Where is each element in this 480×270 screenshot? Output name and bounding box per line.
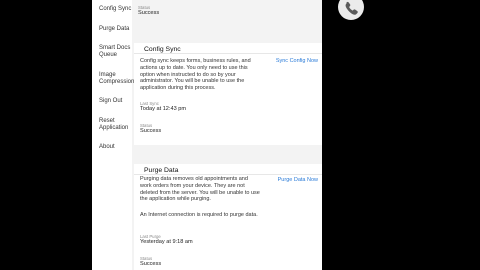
last-purge: Last Purge Yesterday at 9:18 am xyxy=(140,234,193,246)
purge-data-title: Purge Data xyxy=(144,167,179,174)
config-sync-description: Config sync keeps forms, business rules,… xyxy=(140,58,251,92)
sidebar-item-purge-data[interactable]: Purge Data xyxy=(99,26,139,33)
status-value: Success xyxy=(138,10,160,16)
card-header: Purge Data xyxy=(134,164,322,175)
sidebar-item-reset-application[interactable]: Reset Application xyxy=(99,118,139,132)
last-sync: Last Sync Today at 12:43 pm xyxy=(140,101,186,113)
status-value: Success xyxy=(140,128,162,134)
purge-status: Status Success xyxy=(140,256,161,268)
sidebar-item-sign-out[interactable]: Sign Out xyxy=(99,98,139,105)
sidebar-item-smart-docs-queue[interactable]: Smart Docs Queue xyxy=(99,45,139,59)
last-sync-value: Today at 12:43 pm xyxy=(140,106,187,112)
config-sync-title: Config Sync xyxy=(144,46,181,53)
purge-data-card: Purge Data Purge Data Now Purging data r… xyxy=(134,164,322,270)
call-button[interactable] xyxy=(338,0,364,20)
last-purge-value: Yesterday at 9:18 am xyxy=(140,239,193,245)
status-value: Success xyxy=(140,261,162,267)
config-sync-card: Config Sync Sync Config Now Config sync … xyxy=(134,43,322,145)
card-header: Config Sync xyxy=(134,43,322,54)
purge-data-now-link[interactable]: Purge Data Now xyxy=(278,177,318,183)
sidebar-item-about[interactable]: About xyxy=(99,144,139,151)
main-content: Status Success Config Sync Sync Config N… xyxy=(134,0,322,270)
previous-status: Status Success xyxy=(138,5,159,17)
purge-data-description: Purging data removes old appointments an… xyxy=(140,176,260,203)
internet-required-note: An Internet connection is required to pu… xyxy=(140,212,258,218)
phone-icon xyxy=(345,1,358,15)
app-window: Config Sync Purge Data Smart Docs Queue … xyxy=(92,0,322,270)
config-sync-status: Status Success xyxy=(140,123,161,135)
sidebar-item-image-compression[interactable]: Image Compression xyxy=(99,72,139,86)
sidebar: Config Sync Purge Data Smart Docs Queue … xyxy=(92,0,134,270)
sidebar-item-config-sync[interactable]: Config Sync xyxy=(99,6,139,13)
sync-config-now-link[interactable]: Sync Config Now xyxy=(276,58,318,64)
